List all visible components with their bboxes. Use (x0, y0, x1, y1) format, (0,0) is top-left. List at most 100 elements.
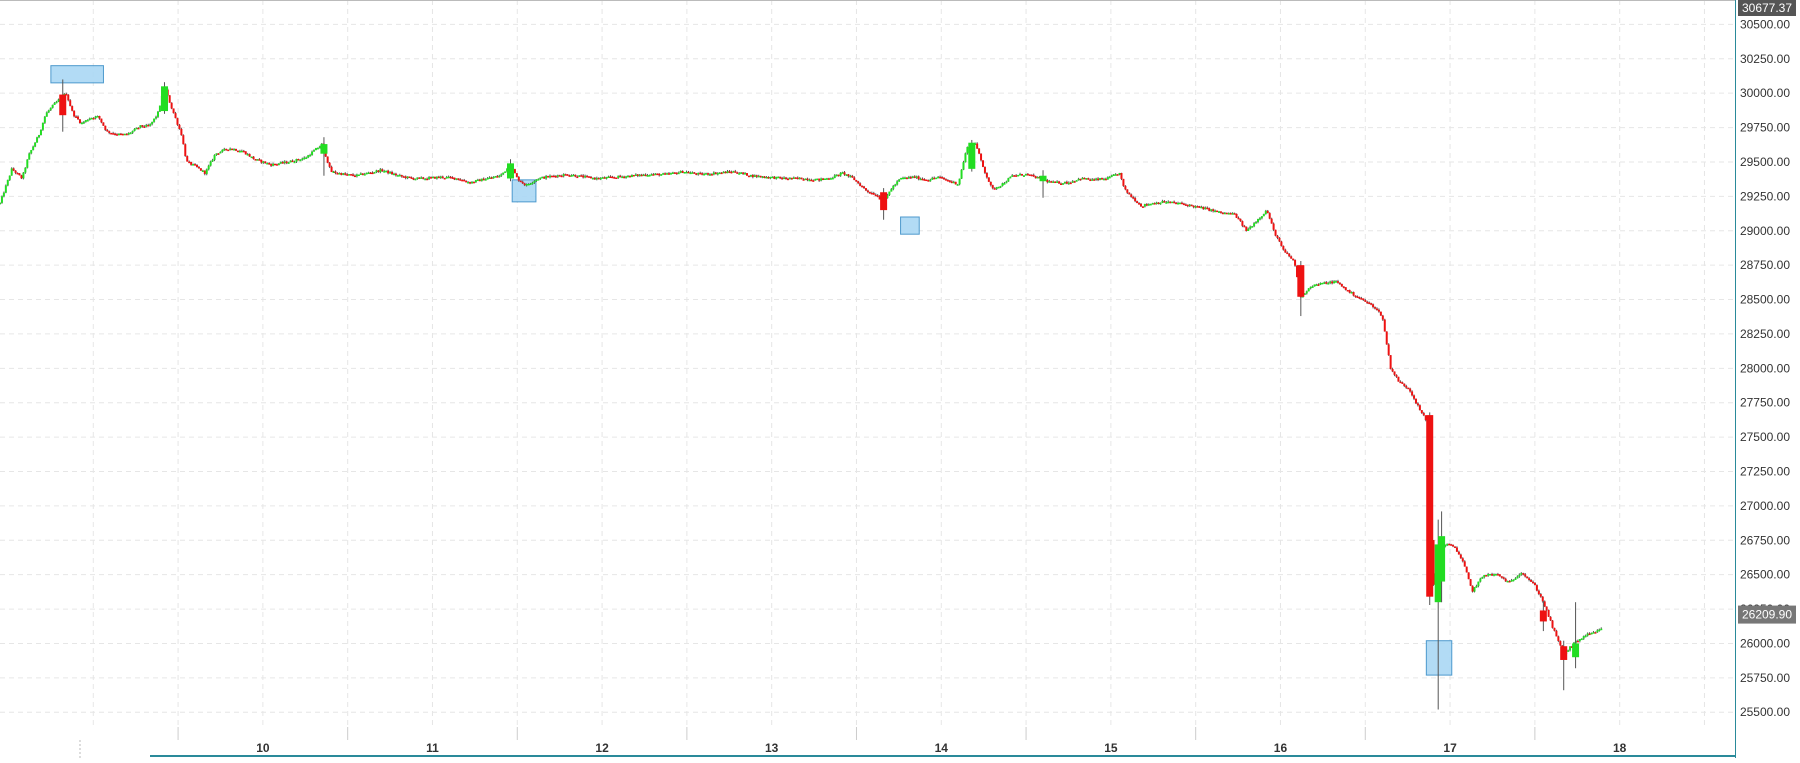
highlight-marker-box (50, 65, 104, 84)
candle-body (648, 175, 651, 177)
candle-body (896, 181, 899, 185)
candle-body (1177, 203, 1180, 205)
candle-body (418, 177, 421, 179)
candle-body (1500, 576, 1503, 578)
candle-body (1321, 282, 1324, 285)
candle-body (1180, 202, 1183, 205)
candle-body (1489, 574, 1492, 576)
candle-body (1253, 223, 1256, 227)
candle-body (219, 151, 222, 154)
candle-body (291, 160, 294, 163)
x-tick-label: 10 (256, 741, 270, 755)
candle-body (613, 177, 616, 179)
candle-body (1418, 405, 1421, 411)
candle-body (1268, 213, 1271, 219)
candle-body (1208, 208, 1211, 211)
candle-body (1050, 181, 1053, 183)
y-tick-label: 29000.00 (1740, 224, 1790, 238)
candle-body (1364, 300, 1367, 302)
candle-body (1360, 298, 1363, 300)
candle-body (706, 173, 709, 175)
candle-body (73, 110, 76, 117)
x-tick-label: 18 (1613, 741, 1627, 755)
chart-background (0, 0, 1800, 758)
candle-body (334, 171, 337, 174)
candle-body (47, 110, 50, 113)
candle-body (279, 162, 282, 164)
candle-body (935, 177, 938, 180)
candle-body (344, 173, 347, 175)
candle-body (1526, 576, 1529, 579)
candle-body (740, 172, 743, 174)
candle-body (504, 171, 507, 173)
candle-body (1028, 174, 1031, 176)
candle-body (53, 102, 56, 105)
candle-body (78, 119, 81, 124)
candle-body (722, 171, 725, 174)
price-chart[interactable]: 25500.0025750.0026000.0026250.0026500.00… (0, 0, 1800, 758)
candle-body (685, 171, 688, 174)
candle-body (457, 178, 460, 180)
candle-body (923, 179, 926, 181)
candle-body (1145, 204, 1148, 206)
candle-body (769, 176, 772, 179)
candle-body (802, 179, 805, 181)
candle-body (710, 174, 713, 176)
candle-body (956, 184, 959, 186)
key-candle-body (880, 192, 888, 211)
candle-body (1192, 205, 1195, 208)
candle-body (689, 172, 692, 175)
candle-body (1391, 369, 1394, 372)
candle-body (447, 176, 450, 179)
candle-body (1516, 576, 1519, 579)
candle-body (1578, 639, 1581, 642)
candle-body (1559, 640, 1562, 646)
candle-body (342, 173, 345, 175)
candle-body (562, 174, 565, 177)
candle-body (584, 175, 587, 178)
candle-body (609, 176, 612, 178)
candlestick-chart-svg[interactable]: 25500.0025750.0026000.0026250.0026500.00… (0, 0, 1800, 758)
candle-body (822, 178, 825, 181)
candle-body (634, 174, 637, 176)
candle-body (541, 176, 544, 179)
y-tick-label: 27250.00 (1740, 464, 1790, 478)
candle-body (1099, 178, 1102, 180)
candle-body (1202, 206, 1205, 210)
candle-body (463, 179, 466, 182)
candle-body (39, 129, 42, 136)
candle-body (1600, 628, 1603, 631)
candle-body (1227, 213, 1230, 215)
candle-body (314, 148, 317, 151)
candle-body (192, 164, 195, 166)
candle-body (1594, 632, 1597, 634)
candle-body (595, 177, 598, 180)
candle-body (1342, 286, 1345, 289)
candle-body (482, 178, 485, 181)
candle-body (547, 176, 550, 178)
candle-body (391, 172, 394, 175)
candle-body (490, 177, 493, 179)
candle-body (1126, 189, 1129, 193)
candle-body (814, 179, 817, 181)
candle-body (603, 177, 606, 179)
candle-body (43, 116, 46, 123)
candle-body (1461, 558, 1464, 562)
candle-body (394, 173, 397, 176)
candle-body (833, 175, 836, 178)
candle-body (728, 171, 731, 173)
candle-body (1483, 575, 1486, 578)
candle-body (1555, 630, 1558, 637)
candle-body (1348, 290, 1351, 293)
candle-body (917, 176, 920, 180)
candle-body (523, 183, 526, 186)
candle-body (724, 171, 727, 174)
candle-body (352, 174, 355, 176)
candle-body (287, 162, 290, 164)
candle-body (1327, 283, 1330, 285)
candle-body (155, 116, 158, 119)
candle-body (1465, 566, 1468, 573)
candle-body (888, 191, 891, 196)
candle-body (796, 177, 799, 180)
candle-body (753, 175, 756, 178)
